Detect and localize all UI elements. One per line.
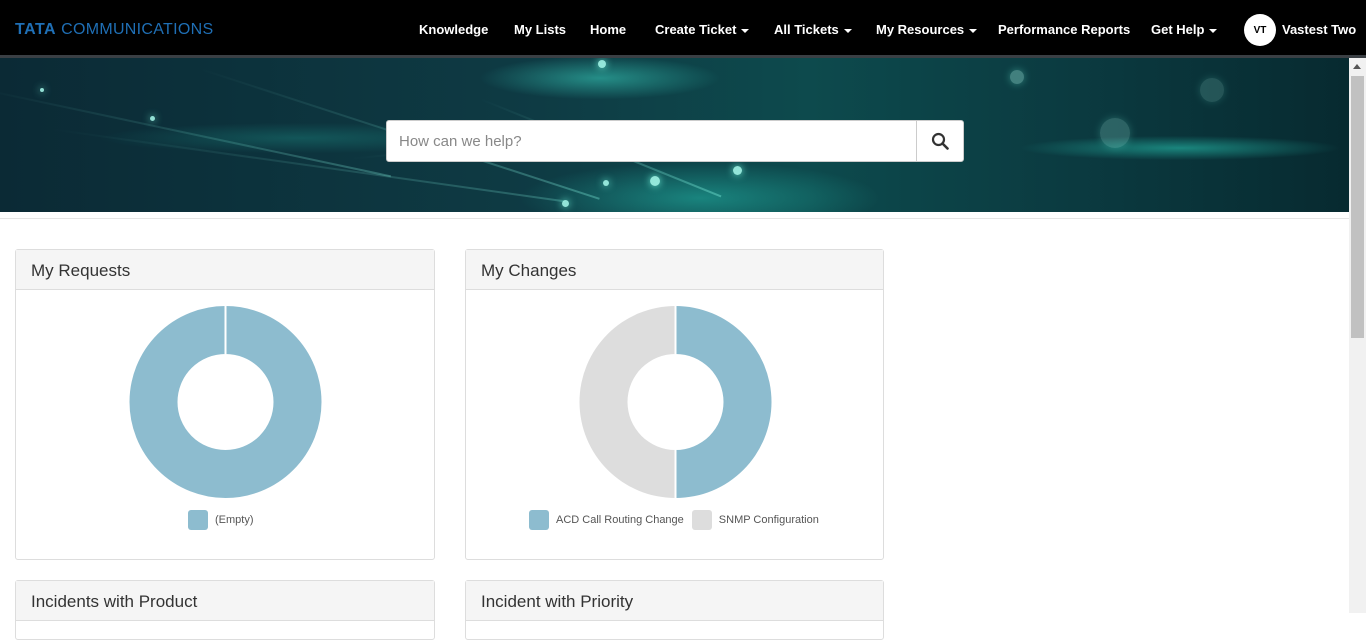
chart-legend: (Empty) xyxy=(188,510,254,530)
legend-label[interactable]: ACD Call Routing Change xyxy=(556,514,684,526)
logo-text-bold: TATA xyxy=(15,21,57,38)
search-bar xyxy=(386,120,964,162)
banner-light xyxy=(40,88,44,92)
chevron-down-icon xyxy=(1209,28,1218,33)
incident-with-priority-panel: Incident with Priority xyxy=(465,580,884,640)
nav-my-lists[interactable]: My Lists xyxy=(514,22,566,37)
top-navbar: TATA COMMUNICATIONS Knowledge My Lists H… xyxy=(0,0,1366,58)
chevron-down-icon xyxy=(969,28,978,33)
donut-segment-snmp-configuration[interactable] xyxy=(579,306,676,498)
my-changes-panel: My Changes ACD Call Routing Change SNMP … xyxy=(465,249,884,560)
nav-home[interactable]: Home xyxy=(590,22,626,37)
banner-light xyxy=(1100,118,1130,148)
avatar[interactable]: VT xyxy=(1244,14,1276,46)
search-icon xyxy=(931,132,949,150)
legend-label[interactable]: SNMP Configuration xyxy=(719,514,819,526)
nav-knowledge[interactable]: Knowledge xyxy=(419,22,488,37)
legend-swatch xyxy=(188,510,208,530)
legend-label[interactable]: (Empty) xyxy=(215,514,254,526)
banner-light xyxy=(733,166,742,175)
tata-communications-logo[interactable]: TATA COMMUNICATIONS xyxy=(15,21,213,39)
panel-title: My Changes xyxy=(466,250,883,290)
nav-get-help[interactable]: Get Help xyxy=(1151,22,1218,37)
banner-light xyxy=(562,200,569,207)
legend-swatch xyxy=(691,510,712,530)
divider xyxy=(0,218,1349,219)
user-name-menu[interactable]: Vastest Two xyxy=(1282,22,1356,37)
logo-text: COMMUNICATIONS xyxy=(61,21,214,38)
nav-all-tickets[interactable]: All Tickets xyxy=(774,22,852,37)
banner-light xyxy=(1200,78,1224,102)
scrollbar-thumb[interactable] xyxy=(1351,76,1364,338)
nav-performance-reports[interactable]: Performance Reports xyxy=(998,22,1130,37)
legend-swatch xyxy=(529,510,549,530)
incidents-with-product-panel: Incidents with Product xyxy=(15,580,435,640)
panel-title: Incidents with Product xyxy=(16,581,434,621)
banner-fiber xyxy=(0,88,392,178)
chart-legend: ACD Call Routing Change SNMP Configurati… xyxy=(529,510,819,530)
panel-title: My Requests xyxy=(16,250,434,290)
chevron-down-icon xyxy=(741,28,750,33)
banner-light xyxy=(598,60,606,68)
my-requests-panel: My Requests (Empty) xyxy=(15,249,435,560)
nav-create-ticket[interactable]: Create Ticket xyxy=(655,22,750,37)
page-scrollbar[interactable] xyxy=(1349,58,1366,613)
nav-my-resources[interactable]: My Resources xyxy=(876,22,978,37)
panel-title: Incident with Priority xyxy=(466,581,883,621)
search-button[interactable] xyxy=(916,121,963,161)
banner-light xyxy=(650,176,660,186)
banner-light xyxy=(1010,70,1024,84)
chevron-down-icon xyxy=(843,28,852,33)
banner-light xyxy=(150,116,155,121)
scroll-up-arrow-icon[interactable] xyxy=(1353,64,1361,69)
search-input[interactable] xyxy=(387,121,916,161)
banner-light xyxy=(603,180,609,186)
donut-segment-acd-call-routing-change[interactable] xyxy=(675,306,772,498)
